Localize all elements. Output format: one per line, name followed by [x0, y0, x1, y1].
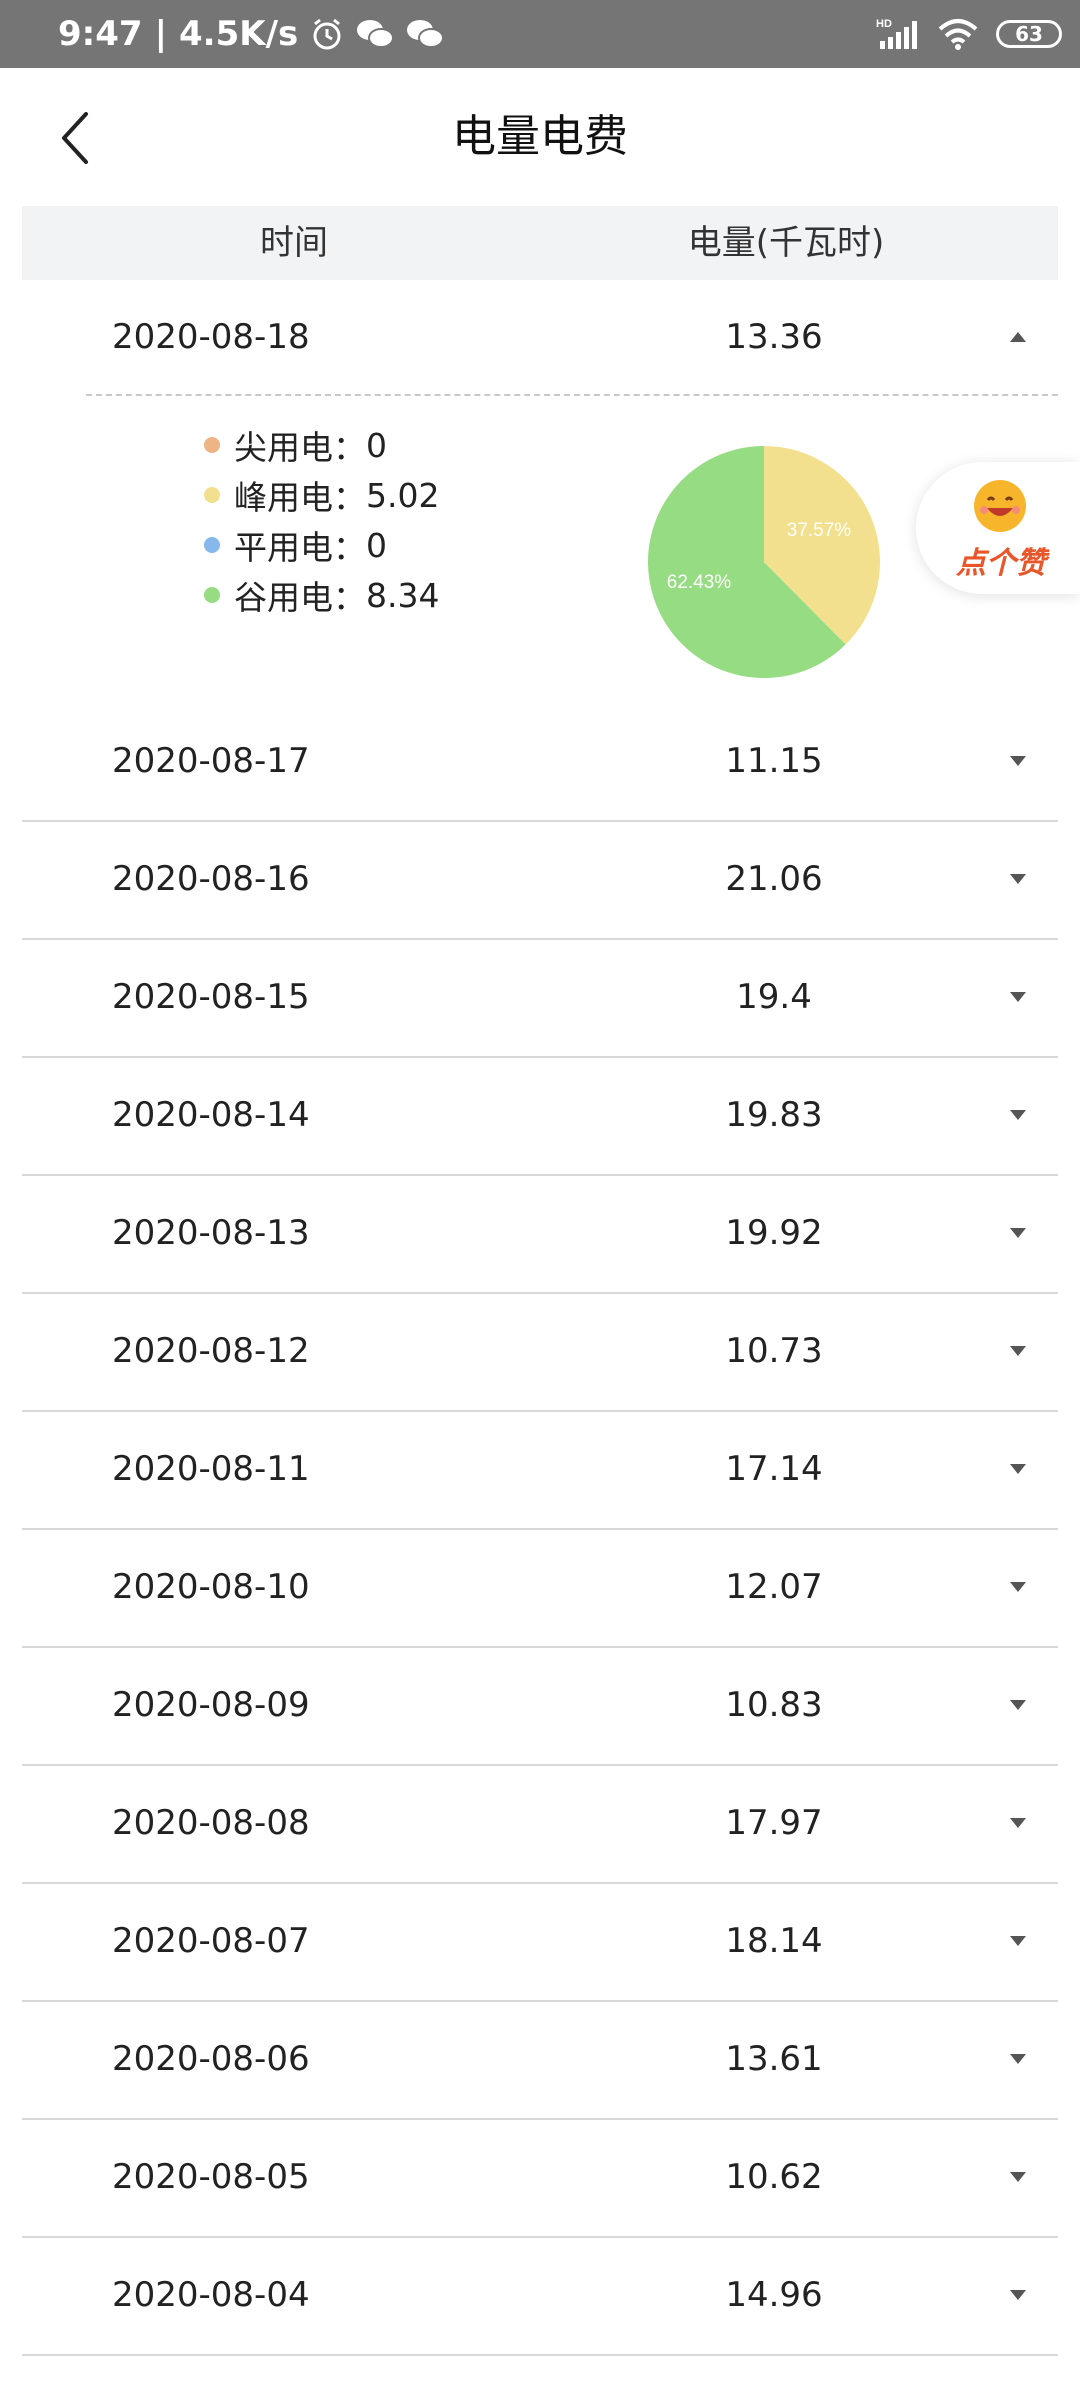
- legend-item-flat: 平用电： 0: [204, 520, 439, 570]
- row-value: 13.61: [725, 2039, 823, 2079]
- legend-dot: [204, 587, 220, 603]
- pie-label-valley: 62.43%: [667, 572, 732, 593]
- row-date: 2020-08-10: [112, 1567, 310, 1607]
- caret-down-icon[interactable]: [998, 1766, 1038, 1880]
- row-value: 13.36: [725, 317, 823, 357]
- row-date: 2020-08-07: [112, 1921, 310, 1961]
- battery-indicator: 63: [996, 20, 1062, 48]
- row-value: 10.73: [725, 1331, 823, 1371]
- caret-down-icon[interactable]: [998, 1058, 1038, 1172]
- legend-dot: [204, 437, 220, 453]
- table-row[interactable]: 2020-08-11 17.14: [22, 1412, 1058, 1530]
- caret-up-icon[interactable]: [998, 280, 1038, 394]
- row-date: 2020-08-13: [112, 1213, 310, 1253]
- row-value: 19.83: [725, 1095, 823, 1135]
- row-value: 17.14: [725, 1449, 823, 1489]
- row-date: 2020-08-16: [112, 859, 310, 899]
- caret-down-icon[interactable]: [998, 1884, 1038, 1998]
- row-value: 10.83: [725, 1685, 823, 1725]
- legend-item-valley: 谷用电： 8.34: [204, 570, 439, 620]
- row-value: 19.4: [736, 977, 812, 1017]
- row-date: 2020-08-06: [112, 2039, 310, 2079]
- row-date: 2020-08-08: [112, 1803, 310, 1843]
- caret-down-icon[interactable]: [998, 704, 1038, 818]
- row-value: 11.15: [725, 741, 823, 781]
- row-date: 2020-08-05: [112, 2157, 310, 2197]
- row-date: 2020-08-11: [112, 1449, 310, 1489]
- table-row[interactable]: 2020-08-05 10.62: [22, 2120, 1058, 2238]
- caret-down-icon[interactable]: [998, 1412, 1038, 1526]
- table-row[interactable]: 2020-08-08 17.97: [22, 1766, 1058, 1884]
- table-row[interactable]: 2020-08-10 12.07: [22, 1530, 1058, 1648]
- page-title: 电量电费: [452, 111, 628, 162]
- table-row[interactable]: 2020-08-15 19.4: [22, 940, 1058, 1058]
- row-value: 18.14: [725, 1921, 823, 1961]
- row-date: 2020-08-15: [112, 977, 310, 1017]
- caret-down-icon[interactable]: [998, 2238, 1038, 2352]
- status-bar: 9:47 | 4.5K/s HD 63: [0, 0, 1080, 68]
- table-header: 时间 电量(千瓦时): [22, 206, 1058, 280]
- caret-down-icon[interactable]: [998, 2120, 1038, 2234]
- table-row[interactable]: 2020-08-12 10.73: [22, 1294, 1058, 1412]
- wechat-icon: [406, 18, 445, 50]
- column-header-time: 时间: [260, 223, 328, 263]
- caret-down-icon[interactable]: [998, 1530, 1038, 1644]
- like-float-button[interactable]: 点个赞: [916, 462, 1080, 594]
- like-label: 点个赞: [956, 546, 1046, 581]
- clock-time: 9:47: [58, 14, 143, 54]
- table-row[interactable]: 2020-08-13 19.92: [22, 1176, 1058, 1294]
- row-value: 10.62: [725, 2157, 823, 2197]
- row-value: 17.97: [725, 1803, 823, 1843]
- caret-down-icon[interactable]: [998, 822, 1038, 936]
- row-date: 2020-08-14: [112, 1095, 310, 1135]
- caret-down-icon[interactable]: [998, 2002, 1038, 2116]
- table-row[interactable]: 2020-08-09 10.83: [22, 1648, 1058, 1766]
- table-row[interactable]: 2020-08-17 11.15: [22, 704, 1058, 822]
- caret-down-icon[interactable]: [998, 1294, 1038, 1408]
- row-value: 19.92: [725, 1213, 823, 1253]
- row-date: 2020-08-04: [112, 2275, 310, 2315]
- svg-text:HD: HD: [876, 18, 892, 30]
- caret-down-icon[interactable]: [998, 940, 1038, 1054]
- row-date: 2020-08-17: [112, 741, 310, 781]
- table-row[interactable]: 2020-08-07 18.14: [22, 1884, 1058, 2002]
- usage-pie-chart: 37.57% 62.43%: [647, 446, 880, 678]
- row-value: 14.96: [725, 2275, 823, 2315]
- legend-dot: [204, 537, 220, 553]
- table-row[interactable]: 2020-08-04 14.96: [22, 2238, 1058, 2356]
- wifi-icon: [936, 17, 980, 51]
- table-row-expanded[interactable]: 2020-08-18 13.36: [22, 280, 1058, 398]
- table-row[interactable]: 2020-08-16 21.06: [22, 822, 1058, 940]
- pie-label-peak: 37.57%: [787, 520, 852, 541]
- row-value: 12.07: [725, 1567, 823, 1607]
- legend-dot: [204, 487, 220, 503]
- column-header-amount: 电量(千瓦时): [687, 223, 885, 263]
- smiley-icon: [974, 480, 1026, 532]
- row-value: 21.06: [725, 859, 823, 899]
- table-row[interactable]: 2020-08-14 19.83: [22, 1058, 1058, 1176]
- alarm-icon: [310, 17, 344, 51]
- network-speed: 4.5K/s: [179, 14, 299, 54]
- row-date: 2020-08-12: [112, 1331, 310, 1371]
- row-date: 2020-08-09: [112, 1685, 310, 1725]
- row-date: 2020-08-18: [112, 317, 310, 357]
- dashed-divider: [86, 394, 1058, 396]
- legend-item-sharp: 尖用电： 0: [204, 420, 439, 470]
- legend-item-peak: 峰用电： 5.02: [204, 470, 439, 520]
- title-bar: 电量电费: [0, 68, 1080, 206]
- usage-breakdown-legend: 尖用电： 0 峰用电： 5.02 平用电： 0 谷用电： 8.34: [204, 420, 439, 620]
- table-row[interactable]: 2020-08-06 13.61: [22, 2002, 1058, 2120]
- caret-down-icon[interactable]: [998, 1648, 1038, 1762]
- signal-icon: HD: [876, 17, 920, 51]
- caret-down-icon[interactable]: [998, 1176, 1038, 1290]
- wechat-icon: [356, 18, 395, 50]
